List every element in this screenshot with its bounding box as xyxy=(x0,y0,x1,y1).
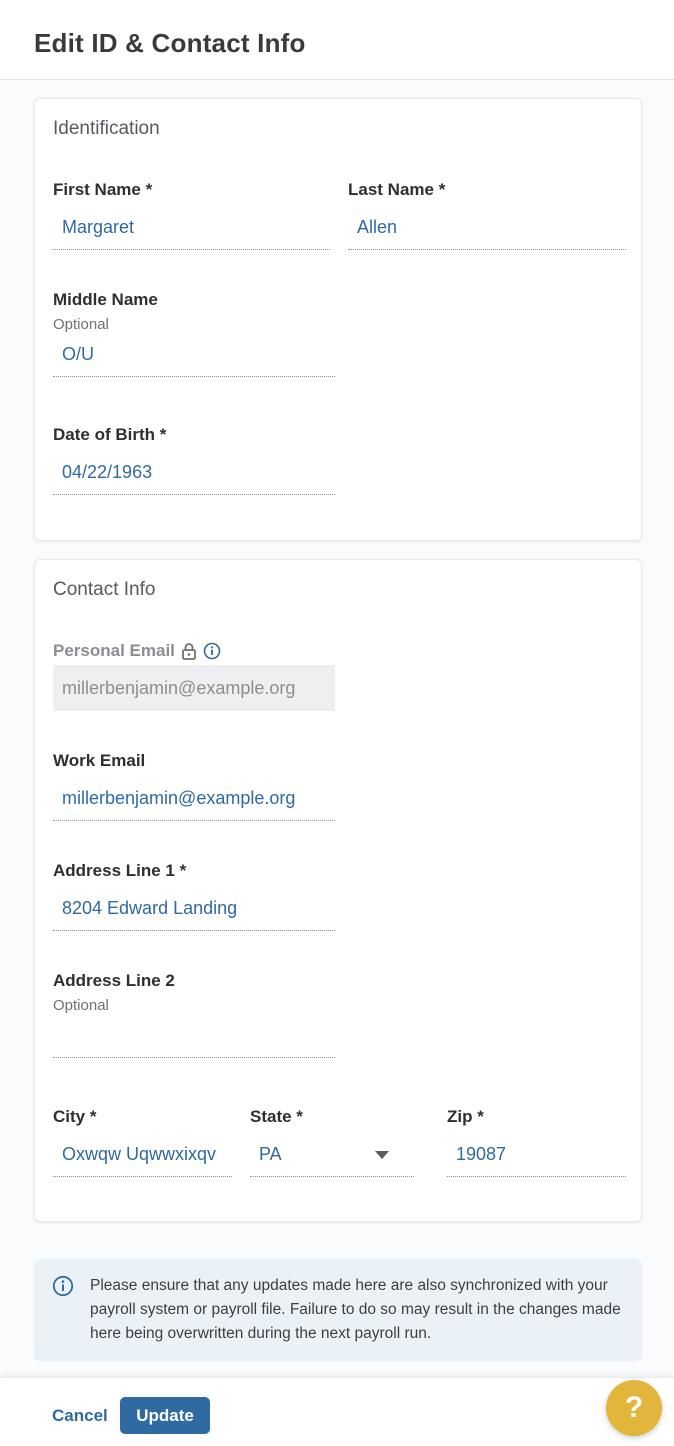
chevron-down-icon xyxy=(375,1150,389,1159)
city-input[interactable]: Oxwqw Uqwwxixqv xyxy=(53,1133,232,1177)
lock-icon xyxy=(181,642,197,660)
help-button[interactable]: ? xyxy=(606,1380,662,1436)
work-email-label: Work Email xyxy=(53,751,146,770)
first-name-field: First Name * Margaret xyxy=(53,180,330,250)
work-email-input[interactable]: millerbenjamin@example.org xyxy=(53,777,335,821)
state-select[interactable]: PA xyxy=(250,1133,414,1177)
page-title: Edit ID & Contact Info xyxy=(34,28,306,58)
payroll-sync-notice: Please ensure that any updates made here… xyxy=(34,1259,642,1361)
address-line-1-input[interactable]: 8204 Edward Landing xyxy=(53,887,335,931)
state-field: State * PA xyxy=(250,1107,414,1177)
city-field: City * Oxwqw Uqwwxixqv xyxy=(53,1107,232,1177)
address-line-1-label: Address Line 1 * xyxy=(53,861,187,880)
first-name-input[interactable]: Margaret xyxy=(53,206,330,250)
middle-name-label: Middle Name xyxy=(53,290,158,309)
first-name-label: First Name * xyxy=(53,180,153,199)
page-header: Edit ID & Contact Info xyxy=(0,0,674,80)
address-line-2-input[interactable] xyxy=(53,1014,335,1058)
identification-title: Identification xyxy=(53,118,160,139)
address-line-2-hint: Optional xyxy=(53,997,109,1014)
contact-info-title: Contact Info xyxy=(53,579,156,600)
identification-card: Identification First Name * Margaret Las… xyxy=(34,98,642,541)
update-button[interactable]: Update xyxy=(120,1397,210,1434)
zip-input[interactable]: 19087 xyxy=(447,1133,626,1177)
cancel-button[interactable]: Cancel xyxy=(52,1406,108,1426)
last-name-label: Last Name * xyxy=(348,180,446,199)
middle-name-input[interactable]: O/U xyxy=(53,333,335,377)
personal-email-field: Personal Email millerbenjamin@example.or… xyxy=(53,641,335,711)
contact-info-card: Contact Info Personal Email millerbenjam… xyxy=(34,559,642,1222)
personal-email-label-row: Personal Email xyxy=(53,641,335,661)
middle-name-hint: Optional xyxy=(53,316,109,333)
last-name-input[interactable]: Allen xyxy=(348,206,626,250)
address-line-2-label: Address Line 2 xyxy=(53,971,175,990)
personal-email-input: millerbenjamin@example.org xyxy=(53,665,335,711)
info-icon[interactable] xyxy=(203,642,221,660)
zip-label: Zip * xyxy=(447,1107,484,1126)
work-email-field: Work Email millerbenjamin@example.org xyxy=(53,751,335,821)
info-icon xyxy=(52,1275,74,1305)
city-label: City * xyxy=(53,1107,97,1126)
middle-name-field: Middle Name Optional O/U xyxy=(53,290,335,377)
dob-field: Date of Birth * 04/22/1963 xyxy=(53,425,335,495)
last-name-field: Last Name * Allen xyxy=(348,180,626,250)
state-value: PA xyxy=(259,1144,282,1164)
form-scroll-area[interactable]: Identification First Name * Margaret Las… xyxy=(0,80,674,1377)
dob-input[interactable]: 04/22/1963 xyxy=(53,451,335,495)
address-line-2-field: Address Line 2 Optional xyxy=(53,971,335,1058)
address-line-1-field: Address Line 1 * 8204 Edward Landing xyxy=(53,861,335,931)
state-label: State * xyxy=(250,1107,303,1126)
personal-email-label: Personal Email xyxy=(53,641,175,660)
notice-text: Please ensure that any updates made here… xyxy=(90,1277,621,1342)
zip-field: Zip * 19087 xyxy=(447,1107,626,1177)
dob-label: Date of Birth * xyxy=(53,425,167,444)
form-footer: Cancel Update xyxy=(0,1377,674,1446)
